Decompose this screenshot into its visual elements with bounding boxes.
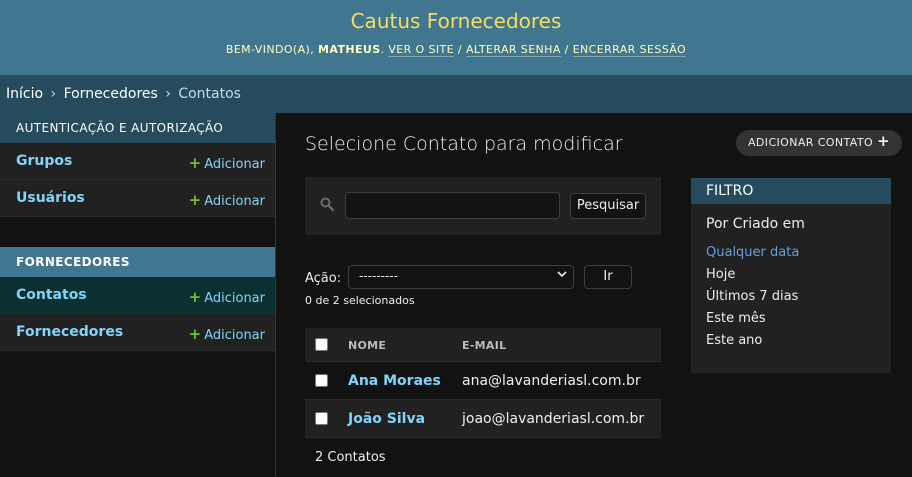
plus-icon: + [188,191,202,209]
add-usuario-link[interactable]: + Adicionar [189,191,265,209]
filter-heading[interactable]: Por Criado em [706,216,805,232]
page-title: Selecione Contato para modificar [305,133,623,155]
header: Cautus Fornecedores Bem-vindo(a), Matheu… [0,0,912,75]
filter-panel: Filtro Por Criado em Qualquer data Hoje … [691,178,891,373]
table-header: Nome E-mail [305,328,661,362]
sidebar-item-label[interactable]: Fornecedores [16,324,123,340]
breadcrumb-separator: › [165,86,171,102]
filter-option-this-month[interactable]: Este mês [706,311,766,326]
add-contato-link[interactable]: + Adicionar [189,288,265,306]
separator: / [457,43,463,56]
view-site-link[interactable]: Ver o site [388,43,455,57]
row-checkbox[interactable] [315,412,328,425]
plus-icon: + [188,288,202,306]
paginator: 2 Contatos [315,450,386,465]
filter-option-7-days[interactable]: Últimos 7 dias [706,289,798,304]
search-input[interactable] [345,192,560,219]
sidebar-item-fornecedores: Fornecedores + Adicionar [0,314,275,351]
sidebar-item-label[interactable]: Contatos [16,287,87,303]
table-row: João Silva joao@lavanderiasl.com.br [305,400,661,438]
action-select[interactable]: --------- [348,265,574,289]
breadcrumb: Início › Fornecedores › Contatos [0,75,912,113]
filter-option-this-year[interactable]: Este ano [706,333,762,348]
contact-email: joao@lavanderiasl.com.br [462,411,645,427]
search-button[interactable]: Pesquisar [570,193,646,219]
breadcrumb-fornecedores[interactable]: Fornecedores [64,86,158,102]
sidebar-item-label[interactable]: Grupos [16,153,72,169]
module-caption-fornecedores[interactable]: Fornecedores [0,247,275,277]
filter-title: Filtro [691,178,891,204]
action-counter: 0 de 2 selecionados [305,294,415,307]
add-contato-button[interactable]: Adicionar Contato + [736,130,902,156]
contact-email: ana@lavanderiasl.com.br [462,373,641,389]
column-header-nome[interactable]: Nome [348,339,386,352]
separator: / [564,43,569,56]
row-checkbox[interactable] [315,374,328,387]
go-button[interactable]: Ir [584,265,632,289]
search-icon [320,197,334,211]
plus-icon: + [188,325,202,343]
main-content: Selecione Contato para modificar Adicion… [277,113,912,477]
username: Matheus [318,43,381,56]
welcome-text: Bem-vindo(a), [225,43,315,56]
breadcrumb-separator: › [50,86,57,102]
sidebar-item-grupos: Grupos + Adicionar [0,143,275,180]
filter-option-any[interactable]: Qualquer data [706,245,799,260]
add-fornecedor-link[interactable]: + Adicionar [189,325,265,343]
sidebar-item-usuarios: Usuários + Adicionar [0,180,275,217]
user-tools: Bem-vindo(a), Matheus. Ver o site / Alte… [225,43,687,57]
select-all-checkbox[interactable] [315,338,328,351]
site-name[interactable]: Cautus Fornecedores [0,9,912,33]
search-toolbar: Pesquisar [305,177,661,235]
module-caption-auth[interactable]: Autenticação e Autorização [0,113,275,143]
breadcrumb-current: Contatos [178,86,241,102]
action-selected-value: --------- [359,269,398,283]
sidebar-item-label[interactable]: Usuários [16,190,85,206]
breadcrumb-home[interactable]: Início [6,86,43,102]
nav-sidebar: Autenticação e Autorização Grupos + Adici… [0,113,276,477]
table-row: Ana Moraes ana@lavanderiasl.com.br [305,362,661,400]
filter-option-today[interactable]: Hoje [706,267,735,282]
plus-icon: + [877,132,890,150]
chevron-down-icon [557,271,567,278]
add-grupo-link[interactable]: + Adicionar [189,154,265,172]
plus-icon: + [188,154,202,172]
contact-name-link[interactable]: João Silva [348,411,425,427]
action-label: Ação: [305,271,342,286]
column-header-email[interactable]: E-mail [462,339,506,352]
actions-bar: Ação: --------- Ir 0 de 2 selecionados [305,263,661,313]
contact-name-link[interactable]: Ana Moraes [348,373,441,389]
result-table: Nome E-mail Ana Moraes ana@lavanderiasl.… [305,328,661,438]
logout-link[interactable]: Encerrar sessão [572,43,687,57]
sidebar-item-contatos: Contatos + Adicionar [0,277,275,314]
change-password-link[interactable]: Alterar senha [465,43,561,57]
